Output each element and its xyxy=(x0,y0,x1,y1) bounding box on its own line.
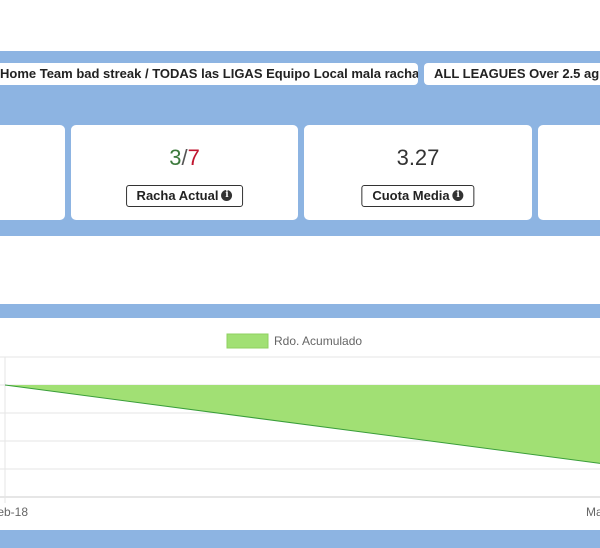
average-odds-value: 3.27 xyxy=(396,145,440,170)
streak-value: 3/7 xyxy=(71,145,298,171)
streak-losses: 7 xyxy=(187,145,200,170)
average-odds-button[interactable]: Cuota Media i xyxy=(361,185,475,207)
stat-card-average-odds: 3.27 Cuota Media i xyxy=(304,125,532,220)
current-streak-label: Racha Actual xyxy=(136,188,219,203)
x-tick-label: Ma xyxy=(586,505,600,519)
tab-all-leagues-over[interactable]: ALL LEAGUES Over 2.5 ag xyxy=(424,63,600,85)
x-tick-label: Feb-18 xyxy=(0,505,28,519)
average-odds-label: Cuota Media xyxy=(372,188,450,203)
stat-card-partial-right xyxy=(538,125,600,220)
info-icon[interactable]: i xyxy=(221,190,233,202)
cumulative-result-chart: Feb-18 Ma Rdo. Acumulado xyxy=(0,333,600,519)
tabs-band xyxy=(0,51,600,120)
legend-swatch xyxy=(226,333,269,349)
current-streak-button[interactable]: Racha Actual i xyxy=(125,185,244,207)
chart-footer-band xyxy=(0,530,600,548)
stat-card-partial-left xyxy=(0,125,65,220)
legend-label: Rdo. Acumulado xyxy=(274,334,362,348)
stat-card-current-streak: 3/7 Racha Actual i xyxy=(71,125,298,220)
tab-home-team-bad-streak[interactable]: Home Team bad streak / TODAS las LIGAS E… xyxy=(0,63,418,85)
info-icon[interactable]: i xyxy=(452,190,464,202)
streak-wins: 3 xyxy=(169,145,182,170)
chart-header-band xyxy=(0,304,600,318)
